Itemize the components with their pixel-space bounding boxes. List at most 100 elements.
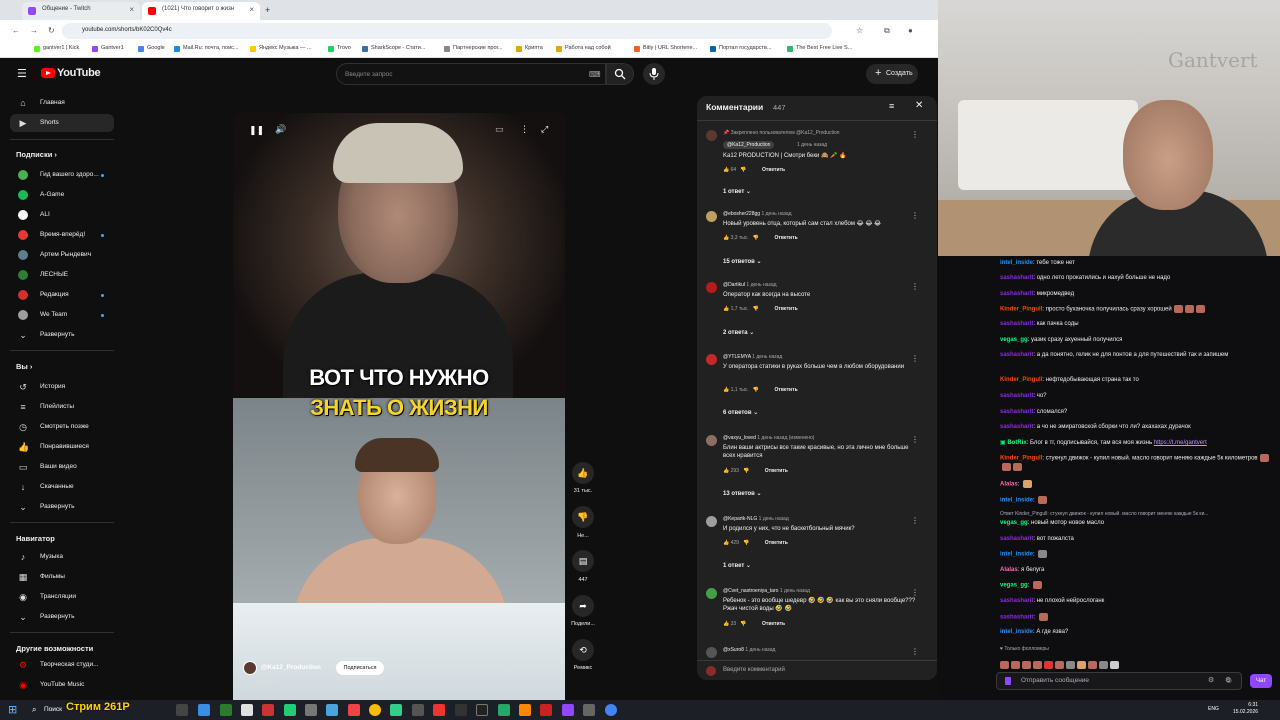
avatar[interactable] bbox=[706, 354, 717, 365]
sidebar-item-watch-later[interactable]: ◷ Смотреть позже bbox=[10, 418, 114, 436]
app-icon[interactable] bbox=[476, 704, 488, 716]
emote-icon[interactable] bbox=[1099, 660, 1108, 669]
comment-input[interactable]: Введите комментарий bbox=[697, 660, 937, 680]
avatar[interactable] bbox=[706, 211, 717, 222]
emote-icon[interactable] bbox=[1033, 660, 1042, 669]
chat-username[interactable]: sashasharit bbox=[1000, 352, 1033, 358]
taskbar-clock[interactable]: 6:31 15.02.2026 bbox=[1233, 702, 1258, 716]
chat-send-button[interactable]: Чат bbox=[1250, 674, 1272, 688]
chat-username[interactable]: BotRix bbox=[1007, 440, 1026, 446]
emote-icon[interactable] bbox=[1011, 660, 1020, 669]
star-icon[interactable]: ☆ bbox=[856, 26, 863, 35]
emote-bar[interactable] bbox=[1000, 656, 1140, 669]
chat-username[interactable]: sashasharit bbox=[1000, 536, 1033, 542]
app-icon[interactable] bbox=[284, 704, 296, 716]
voice-search-button[interactable] bbox=[643, 63, 665, 85]
replies-toggle[interactable]: 1 ответ ⌄ bbox=[723, 188, 751, 195]
twitch-icon[interactable] bbox=[562, 704, 574, 716]
close-icon[interactable]: ✕ bbox=[915, 100, 923, 111]
new-tab-button[interactable]: + bbox=[262, 2, 276, 20]
like-button[interactable]: 👍 bbox=[572, 462, 594, 484]
chat-username[interactable]: Kinder_Pingull bbox=[1000, 456, 1042, 462]
chat-message-input[interactable]: Отправить сообщение ☺ bbox=[996, 672, 1242, 690]
emote-icon[interactable] bbox=[1044, 660, 1053, 669]
app-icon[interactable] bbox=[519, 704, 531, 716]
app-icon[interactable] bbox=[498, 704, 510, 716]
sidebar-item-subscription[interactable]: ЛЕСНЫЕ bbox=[10, 266, 114, 284]
youtube-logo-icon[interactable] bbox=[41, 68, 55, 78]
app-icon[interactable] bbox=[198, 704, 210, 716]
bookmark-item[interactable]: Портал государств... bbox=[710, 45, 772, 52]
dislike-button[interactable]: 👎 bbox=[572, 506, 594, 528]
sidebar-item-shorts[interactable]: ▶ Shorts bbox=[10, 114, 114, 132]
sidebar-item-movies[interactable]: ▦ Фильмы bbox=[10, 568, 114, 586]
more-vertical-icon[interactable]: ⋮ bbox=[911, 516, 919, 525]
chat-link[interactable]: https://t.me/gantvert bbox=[1154, 440, 1207, 446]
chat-username[interactable]: vegas_gg bbox=[1000, 337, 1028, 343]
chat-username[interactable]: sashasharit bbox=[1000, 615, 1033, 621]
comment-author[interactable]: @vaxyu_loved 1 день назад (изменено) bbox=[723, 435, 814, 441]
comment-author[interactable]: @Dartikul 1 день назад bbox=[723, 282, 777, 288]
chat-username[interactable]: intel_inside bbox=[1000, 498, 1033, 504]
chat-username[interactable]: intel_inside bbox=[1000, 629, 1033, 635]
emote-icon[interactable] bbox=[1066, 660, 1075, 669]
settings-gear-icon[interactable]: ⚙ bbox=[1208, 676, 1214, 684]
app-icon[interactable] bbox=[326, 704, 338, 716]
reload-icon[interactable]: ↻ bbox=[48, 26, 55, 35]
sidebar-item-subscription[interactable]: Время-вперёд! bbox=[10, 226, 114, 244]
sidebar-item-expand[interactable]: ⌄ Развернуть bbox=[10, 498, 114, 516]
sidebar-item-studio[interactable]: ⚙ Творческая студи... bbox=[10, 656, 114, 674]
reply-button[interactable]: Ответить bbox=[762, 167, 785, 173]
comment-author[interactable]: @Cvet_nastroeniya_taro 1 день назад bbox=[723, 588, 810, 594]
avatar[interactable] bbox=[706, 588, 717, 599]
sidebar-item-home[interactable]: ⌂ Главная bbox=[10, 94, 114, 112]
replies-toggle[interactable]: 15 ответов ⌄ bbox=[723, 258, 762, 265]
more-vertical-icon[interactable]: ⋮ bbox=[911, 647, 919, 656]
chat-username[interactable]: sashasharit bbox=[1000, 598, 1033, 604]
sidebar-item-expand[interactable]: ⌄ Развернуть bbox=[10, 608, 114, 626]
search-input[interactable]: Введите запрос ⌨ bbox=[336, 63, 606, 85]
emote-icon[interactable] bbox=[1000, 660, 1009, 669]
captions-icon[interactable]: ▭ bbox=[495, 124, 504, 135]
volume-icon[interactable]: 🔊 bbox=[275, 124, 286, 135]
chat-username[interactable]: Kinder_Pingull bbox=[1000, 377, 1042, 383]
sidebar-item-youtube-music[interactable]: ◉ YouTube Music bbox=[10, 676, 114, 694]
chat-username[interactable]: vegas_gg bbox=[1000, 520, 1028, 526]
sort-icon[interactable]: ≡ bbox=[889, 101, 894, 111]
app-icon[interactable] bbox=[583, 704, 595, 716]
reply-button[interactable]: Ответить bbox=[775, 306, 798, 312]
url-input[interactable]: youtube.com/shorts/bK02C0Qv4c bbox=[62, 23, 832, 39]
comment-author[interactable]: @Ka12_Production bbox=[723, 141, 775, 149]
app-icon[interactable] bbox=[455, 704, 467, 716]
comment-author[interactable]: @Kepartk-NLG 1 день назад bbox=[723, 516, 789, 522]
app-icon[interactable] bbox=[390, 704, 402, 716]
app-icon[interactable] bbox=[241, 704, 253, 716]
replies-toggle[interactable]: 1 ответ ⌄ bbox=[723, 562, 751, 569]
more-vertical-icon[interactable]: ⋮ bbox=[520, 124, 529, 135]
sidebar-item-subscription[interactable]: Редакция bbox=[10, 286, 114, 304]
app-icon[interactable] bbox=[540, 704, 552, 716]
sidebar-item-subscription[interactable]: Артем Рындевич bbox=[10, 246, 114, 264]
comment-author[interactable]: @YTLEMYA 1 день назад bbox=[723, 354, 782, 360]
bookmark-item[interactable]: Trovo bbox=[328, 45, 351, 52]
bookmark-item[interactable]: Яндекс Музыка — ... bbox=[250, 45, 312, 52]
app-icon[interactable] bbox=[348, 704, 360, 716]
sidebar-item-expand[interactable]: ⌄ Развернуть bbox=[10, 326, 114, 344]
windows-start-icon[interactable]: ⊞ bbox=[8, 703, 17, 716]
chrome-icon[interactable] bbox=[369, 704, 381, 716]
bookmark-item[interactable]: Работа над собой bbox=[556, 45, 611, 52]
chat-username[interactable]: Alalas bbox=[1000, 567, 1018, 573]
sidebar-item-playlists[interactable]: ≡ Плейлисты bbox=[10, 398, 114, 416]
chat-username[interactable]: sashasharit bbox=[1000, 275, 1033, 281]
chat-username[interactable]: Alalas bbox=[1000, 482, 1018, 488]
app-icon[interactable] bbox=[605, 704, 617, 716]
replies-toggle[interactable]: 13 ответов ⌄ bbox=[723, 490, 762, 497]
close-icon[interactable]: × bbox=[129, 5, 134, 14]
avatar[interactable] bbox=[706, 516, 717, 527]
chat-username[interactable]: sashasharit bbox=[1000, 424, 1033, 430]
profile-icon[interactable]: ● bbox=[908, 26, 913, 35]
more-vertical-icon[interactable]: ⋮ bbox=[911, 588, 919, 597]
pause-icon[interactable]: ❚❚ bbox=[249, 125, 264, 136]
chat-username[interactable]: intel_inside bbox=[1000, 552, 1033, 558]
sidebar-item-history[interactable]: ↺ История bbox=[10, 378, 114, 396]
